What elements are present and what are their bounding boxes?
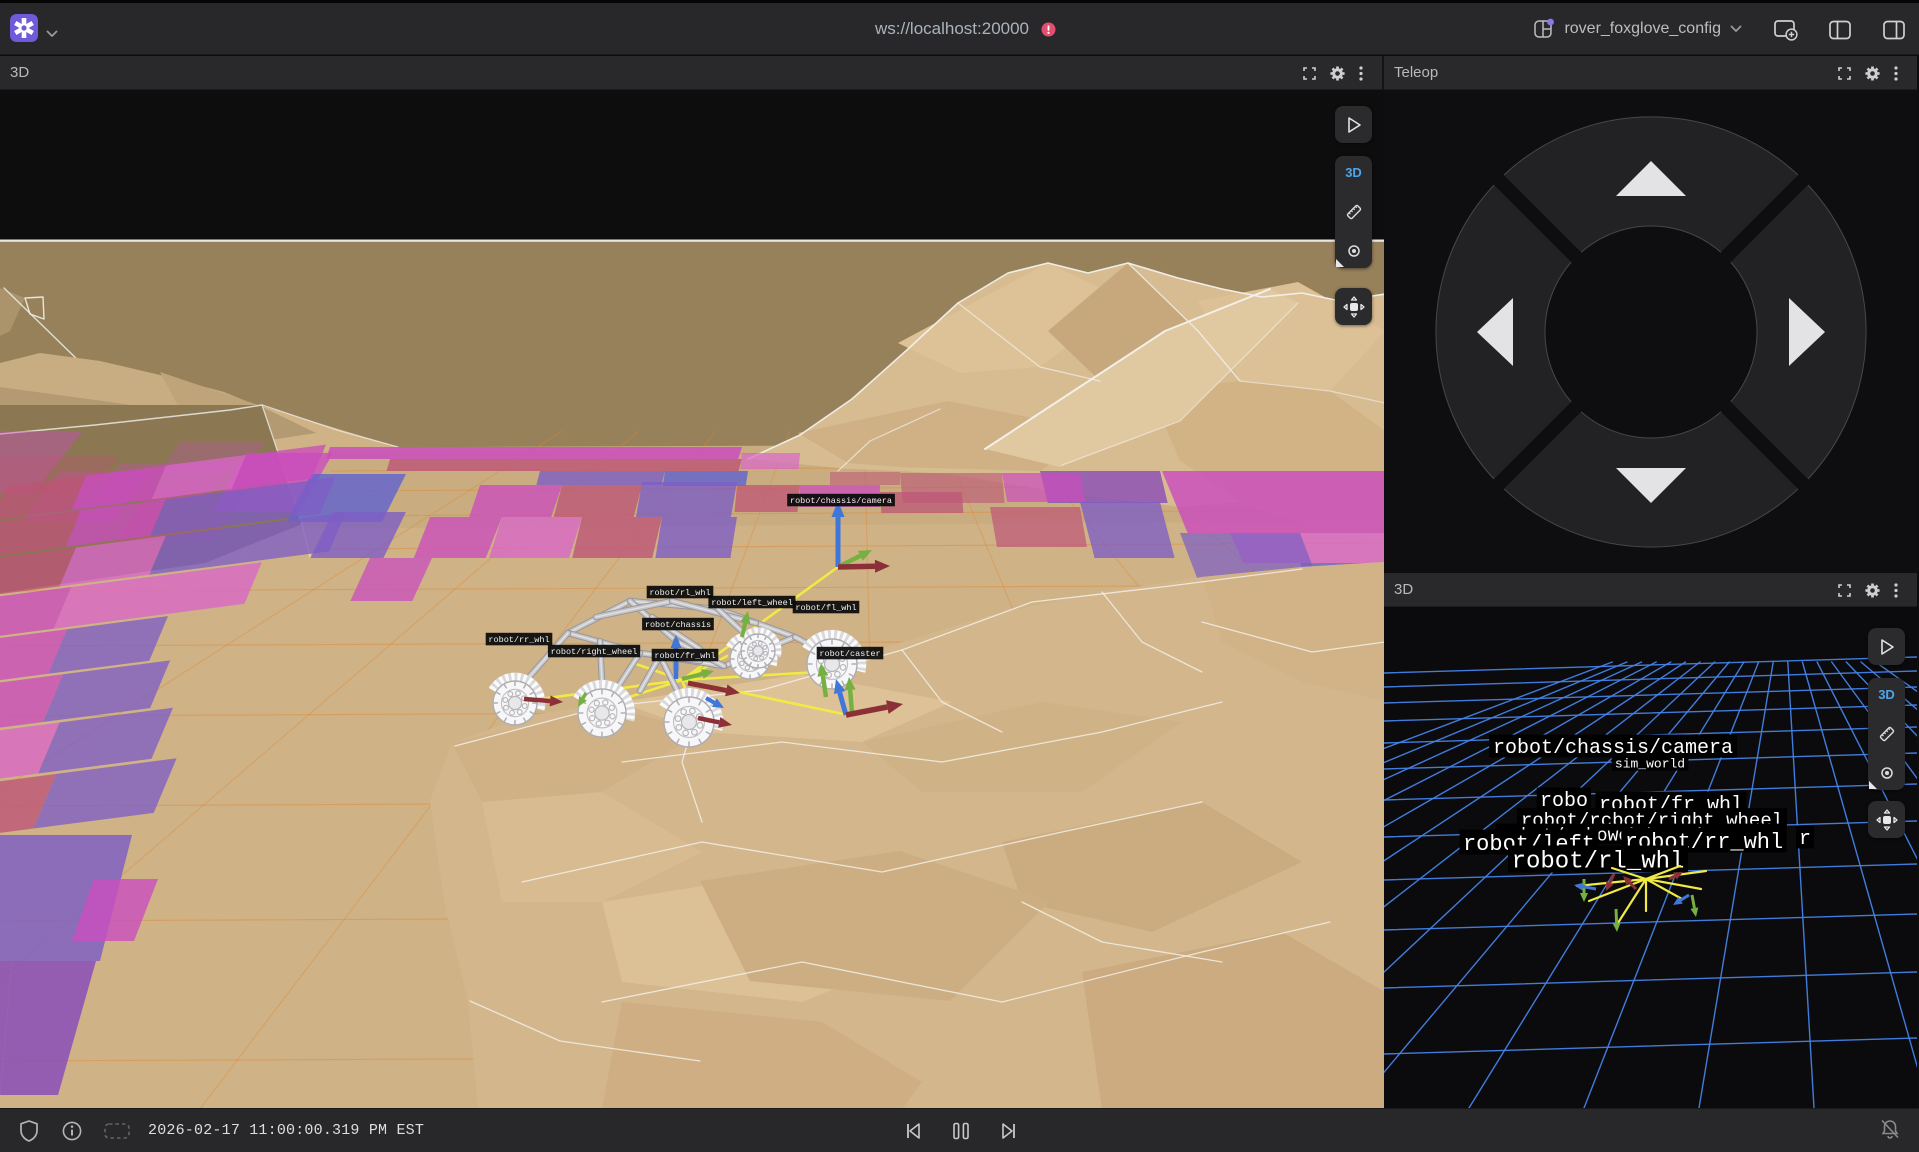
- svg-text:robot/chassis: robot/chassis: [645, 620, 711, 630]
- svg-text:robot/left_wheel: robot/left_wheel: [711, 598, 793, 608]
- svg-text:robot/right_wheel: robot/right_wheel: [551, 647, 638, 657]
- svg-text:sim_world: sim_world: [1615, 757, 1685, 772]
- svg-text:robot/chassis/camera: robot/chassis/camera: [790, 496, 892, 506]
- svg-text:robot/rl_whl: robot/rl_whl: [649, 588, 710, 598]
- svg-text:robot/rr_whl: robot/rr_whl: [488, 635, 549, 645]
- svg-text:robot/fl_whl: robot/fl_whl: [795, 603, 856, 613]
- svg-text:r: r: [1799, 828, 1811, 851]
- svg-text:robot/fr_whl: robot/fr_whl: [654, 651, 715, 661]
- svg-text:robot/rl_whl: robot/rl_whl: [1512, 849, 1685, 876]
- svg-text:robot/caster: robot/caster: [819, 649, 880, 659]
